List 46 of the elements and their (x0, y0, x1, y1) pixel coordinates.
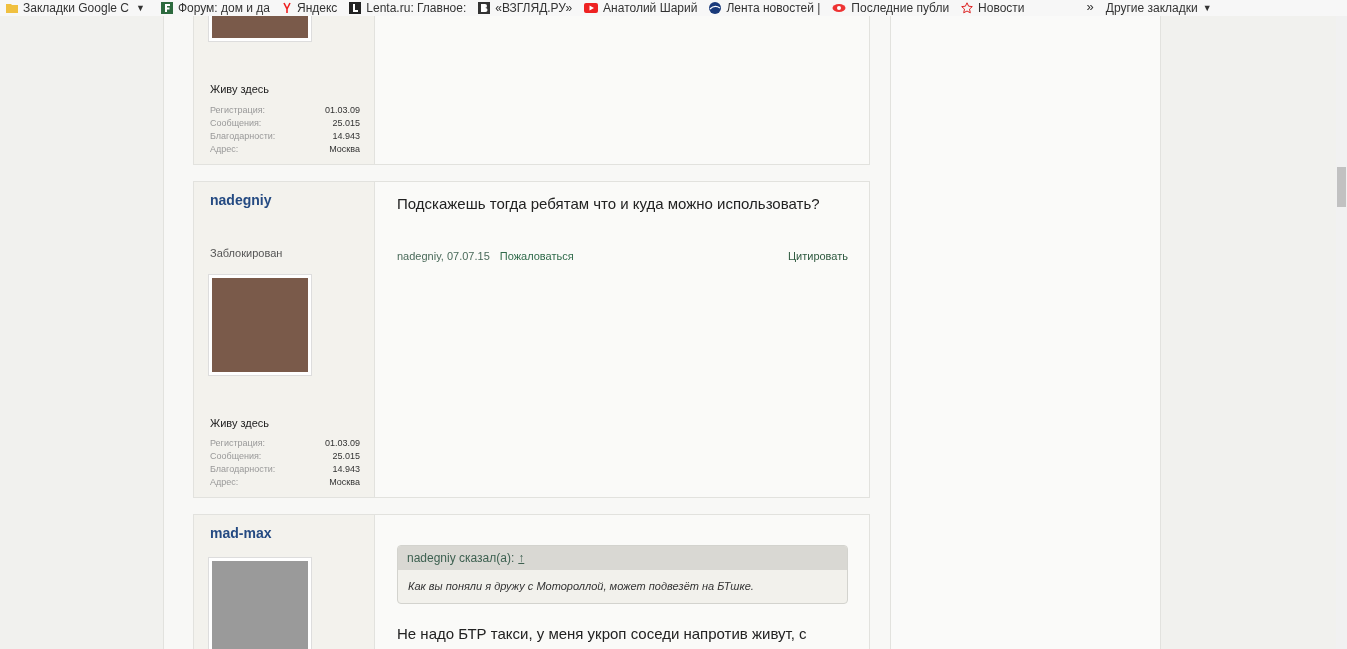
stat-label: Адрес: (210, 142, 239, 156)
stat-label: Сообщения: (210, 450, 262, 463)
bookmark[interactable]: Лента новостей | (709, 1, 833, 15)
bookmark[interactable]: Последние публи (832, 1, 962, 15)
username-link[interactable]: mad-max (210, 524, 272, 542)
user-status: Заблокирован (210, 245, 283, 261)
bookmark[interactable]: Анатолий Шарий (584, 1, 710, 15)
star-icon (961, 2, 974, 14)
stat-value: 14.943 (332, 463, 360, 476)
other-bookmarks[interactable]: Другие закладки ▼ (1105, 1, 1212, 15)
bookmark[interactable]: Lenta.ru: Главное: (349, 1, 479, 15)
stat-label: Адрес: (210, 476, 239, 489)
stat-label: Благодарности: (210, 129, 276, 143)
eye-icon (832, 3, 847, 13)
folder-icon (6, 3, 18, 13)
stat-value: 25.015 (332, 450, 360, 463)
quote-author: nadegniy сказал(а): (407, 550, 515, 567)
scrollbar-thumb[interactable] (1337, 167, 1346, 207)
username-link[interactable]: nadegniy (210, 190, 272, 209)
stat-value: 01.03.09 (324, 437, 360, 450)
stat-label: Благодарности: (210, 463, 276, 476)
bookmark[interactable]: Форум: дом и да (160, 1, 282, 15)
user-location-label: Живу здесь (210, 415, 270, 431)
stat-value: 01.03.09 (324, 103, 360, 117)
post-signature: nadegniy, 07.07.15 (397, 248, 490, 264)
stat-value: 14.943 (332, 129, 360, 143)
bookmark[interactable]: «ВЗГЛЯД.РУ» (478, 1, 585, 15)
stat-label: Регистрация: (210, 437, 266, 450)
stat-value: Москва (329, 476, 360, 489)
bookmark[interactable]: Новости (961, 1, 1037, 15)
jump-link[interactable]: ↑ (518, 549, 525, 567)
user-location-label: Живу здесь (210, 82, 270, 97)
bookmark[interactable]: Закладки Google С ▼ (6, 1, 157, 15)
stat-label: Регистрация: (210, 103, 266, 117)
chevron-icon[interactable]: » (1086, 0, 1106, 14)
bookmark[interactable]: Яндекс (282, 1, 350, 15)
post-text: Подскажешь тогда ребятам что и куда можно использовать? (397, 193, 820, 214)
quote-text: Как вы поняли я дружу с Мотороллой, может подвезёт на БТшке. (407, 579, 755, 594)
stat-label: Сообщения: (210, 116, 262, 130)
report-link[interactable]: Пожаловаться (499, 247, 574, 264)
stat-value: 25.015 (332, 116, 360, 130)
quote-link[interactable]: Цитировать (787, 247, 848, 264)
stat-value: Москва (329, 142, 360, 156)
ya-logo-icon (282, 2, 292, 14)
post-text: Не надо БТР такси, у меня укроп соседи напротив живут, с (397, 623, 807, 644)
play-icon (584, 3, 599, 13)
